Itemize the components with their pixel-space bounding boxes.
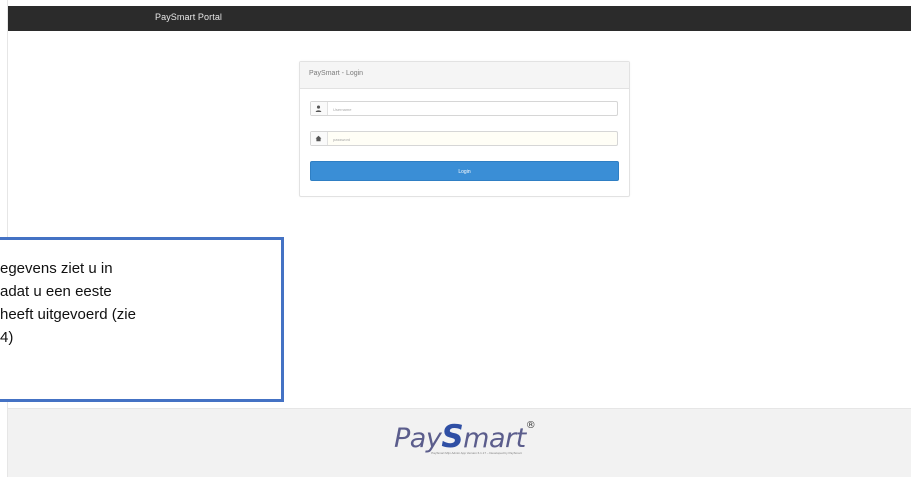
username-field[interactable]	[310, 101, 618, 116]
screenshot-frame: PaySmart Portal PaySmart - Login Login	[0, 0, 911, 477]
password-input[interactable]	[331, 134, 615, 145]
logo-mart: mart	[463, 423, 526, 454]
top-navbar: PaySmart Portal	[8, 6, 911, 31]
callout-line-4: 4)	[0, 329, 14, 346]
footer: PaySmart® PaySmart Mijn Admin App Versio…	[8, 408, 911, 477]
registered-mark: ®	[525, 420, 536, 431]
login-panel: PaySmart - Login Login	[299, 61, 630, 197]
logo-pay: Pay	[394, 423, 442, 454]
paysmart-logo: PaySmart®	[394, 419, 536, 455]
callout-line-1: egevens ziet u in	[0, 260, 113, 277]
instruction-callout: egevens ziet u in adat u een eeste heeft…	[0, 237, 284, 402]
password-field[interactable]	[310, 131, 618, 146]
user-icon	[311, 102, 328, 115]
login-panel-title: PaySmart - Login	[309, 70, 364, 77]
logo-s: S	[441, 419, 464, 455]
login-button[interactable]: Login	[310, 161, 619, 181]
footer-version-text: PaySmart Mijn Admin App Version 6.1.17 –…	[431, 451, 522, 455]
navbar-brand[interactable]: PaySmart Portal	[155, 12, 222, 22]
callout-line-3: heeft uitgevoerd (zie	[0, 306, 136, 323]
home-icon	[311, 132, 328, 145]
callout-line-2: adat u een eeste	[0, 283, 112, 300]
login-panel-header: PaySmart - Login	[300, 62, 629, 89]
username-input[interactable]	[331, 104, 615, 115]
